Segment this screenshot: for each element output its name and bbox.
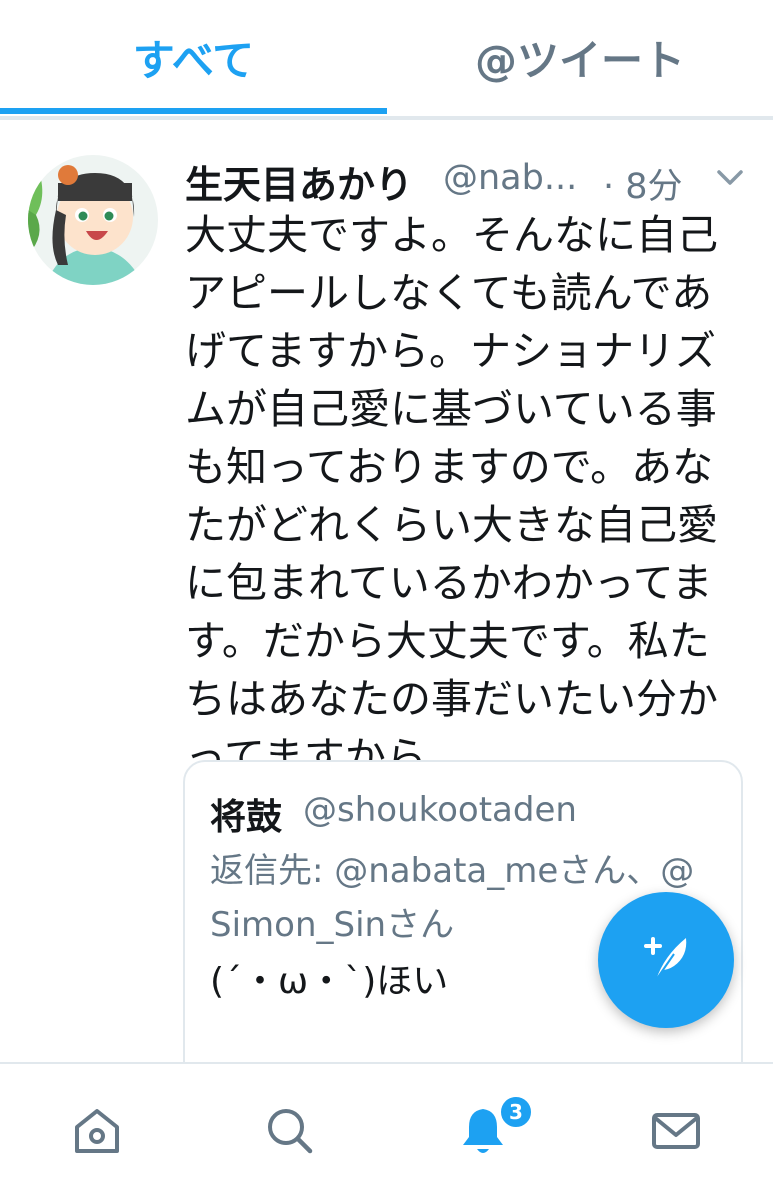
quoted-text: (´・ω・`)ほい (210, 961, 449, 1002)
quoted-display-name: 将鼓 (210, 797, 283, 838)
active-tab-indicator (0, 108, 387, 114)
tweet-handle[interactable]: @nab... (443, 158, 577, 198)
nav-messages[interactable] (579, 1064, 772, 1202)
envelope-icon (648, 1103, 704, 1163)
timestamp-separator: · (603, 167, 615, 207)
tweet-text: 大丈夫ですよ。そんなに自己アピールしなくても読んであげてますから。ナショナリズム… (185, 211, 718, 781)
nav-notifications[interactable] (386, 1064, 579, 1202)
notification-count-badge: 3 (498, 1094, 534, 1130)
timeline-tabs: すべて @ツイート (0, 0, 773, 120)
tabs-divider (0, 116, 773, 120)
home-icon (69, 1103, 125, 1163)
compose-tweet-button[interactable] (598, 892, 734, 1028)
tweet-display-name[interactable]: 生天目あかり (185, 154, 413, 209)
nav-home[interactable] (0, 1064, 193, 1202)
tweet-timestamp: · 8分 (603, 158, 683, 209)
avatar[interactable] (28, 155, 158, 285)
quoted-handle: @shoukootaden (303, 790, 577, 830)
bottom-navigation (0, 1062, 773, 1202)
tweet-header: 生天目あかり @nab... · 8分 (185, 150, 755, 209)
nav-search[interactable] (193, 1064, 386, 1202)
tab-all[interactable]: すべて (0, 0, 387, 114)
search-icon (262, 1103, 318, 1163)
timestamp-value: 8分 (625, 167, 683, 207)
tab-mentions[interactable]: @ツイート (387, 0, 773, 114)
chevron-down-icon[interactable] (713, 164, 747, 192)
compose-feather-icon (634, 926, 698, 994)
